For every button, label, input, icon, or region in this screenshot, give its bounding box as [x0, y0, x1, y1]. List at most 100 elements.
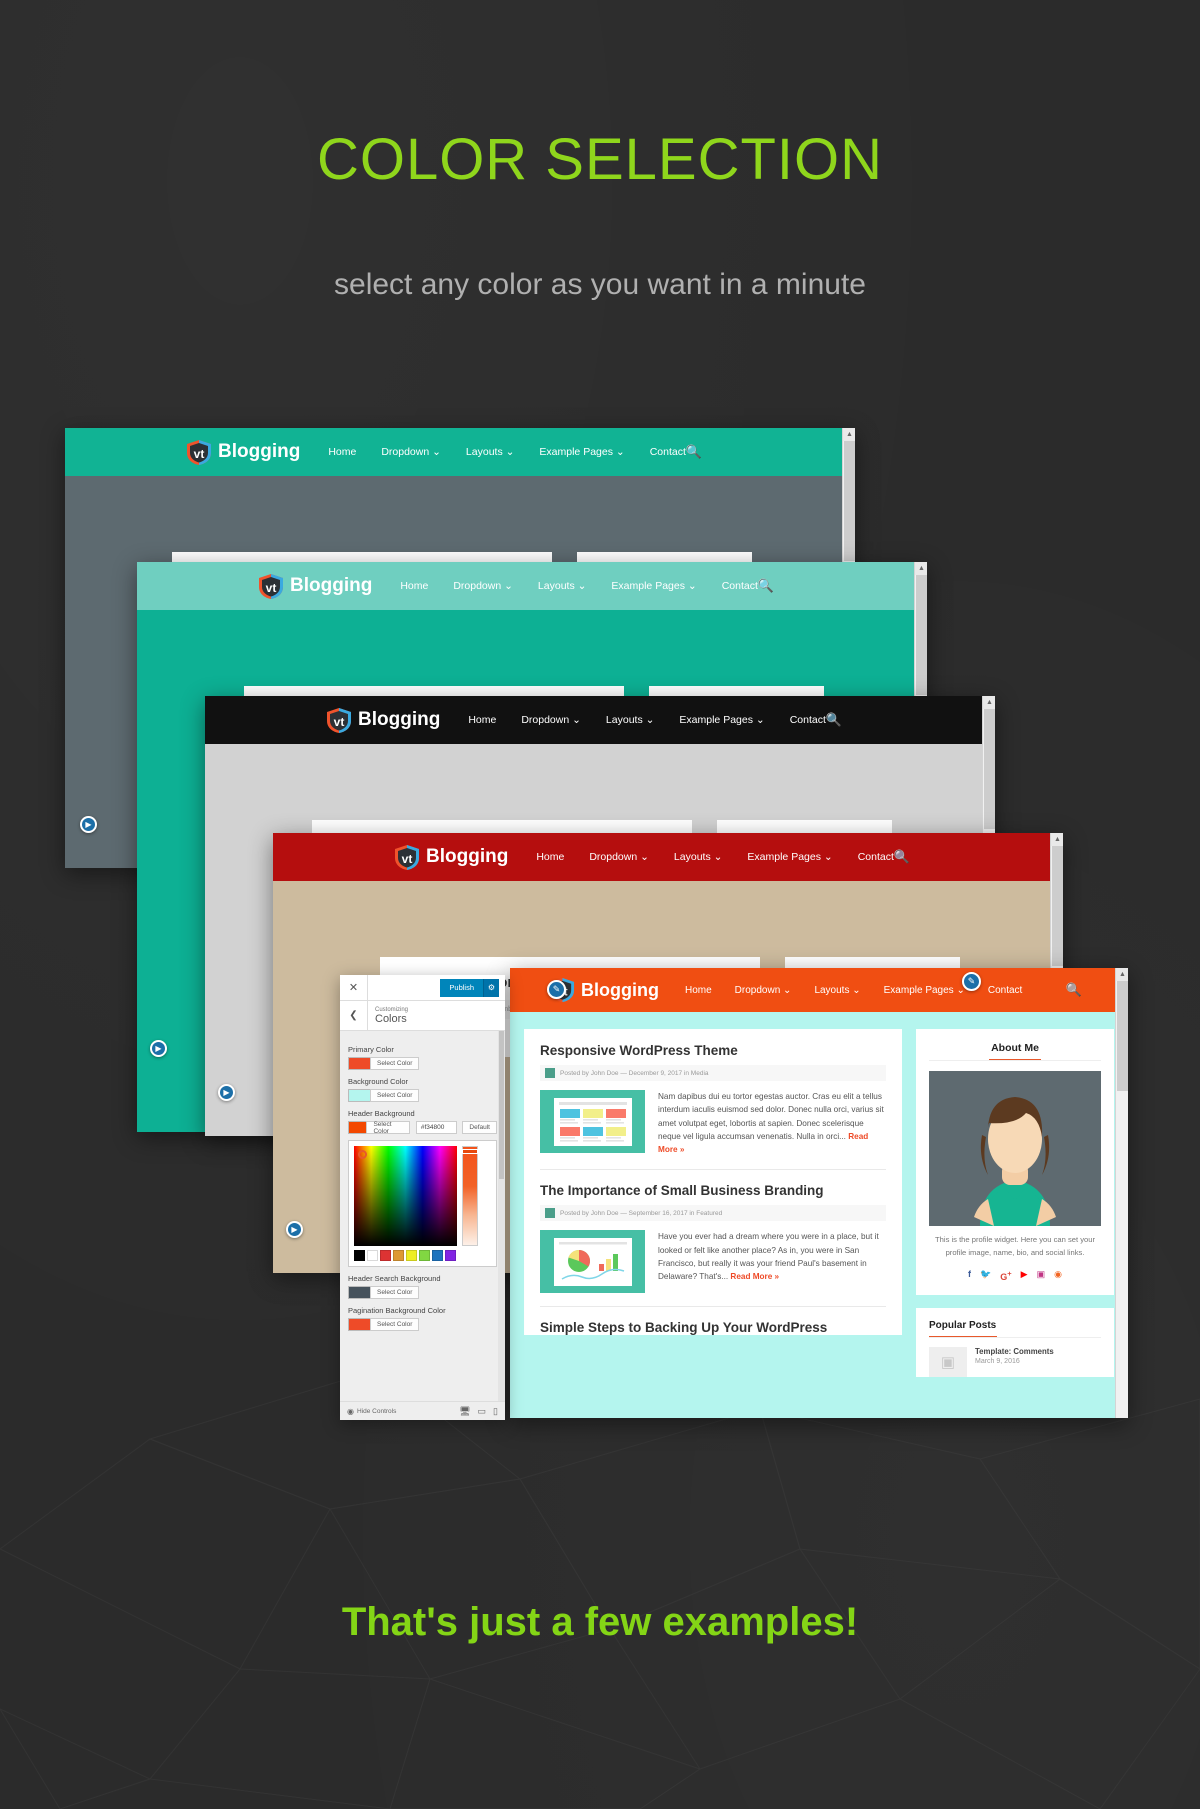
- menu-item-layouts[interactable]: Layouts ⌄: [674, 851, 723, 863]
- edit-pin-logo-icon[interactable]: ✎: [547, 980, 566, 999]
- menu-item-home[interactable]: Home: [328, 446, 356, 458]
- search-icon[interactable]: 🔍: [1066, 982, 1082, 998]
- menu-item-example-pages[interactable]: Example Pages ⌄: [747, 851, 832, 863]
- select-color-button[interactable]: Select Color: [370, 1286, 420, 1299]
- menu-item-dropdown[interactable]: Dropdown ⌄: [735, 985, 792, 996]
- menu-item-contact[interactable]: Contact: [988, 985, 1022, 996]
- edit-pin-nav-icon[interactable]: ✎: [962, 972, 981, 991]
- popular-post-title[interactable]: Template: Comments: [975, 1347, 1054, 1356]
- color-swatch[interactable]: [348, 1286, 370, 1299]
- post-title[interactable]: The Importance of Small Business Brandin…: [540, 1183, 886, 1198]
- picker-swatch-black[interactable]: [354, 1250, 365, 1261]
- menu-item-example-pages[interactable]: Example Pages ⌄: [611, 580, 696, 592]
- scroll-thumb[interactable]: [844, 441, 855, 561]
- menu-item-contact[interactable]: Contact: [790, 714, 826, 726]
- menu-item-home[interactable]: Home: [468, 714, 496, 726]
- facebook-icon[interactable]: f: [968, 1269, 971, 1282]
- menu-item-contact[interactable]: Contact: [858, 851, 894, 863]
- customizer-scrollbar[interactable]: [498, 1031, 505, 1401]
- publish-button[interactable]: Publish: [440, 978, 483, 997]
- scroll-thumb[interactable]: [984, 709, 995, 829]
- menu-item-home[interactable]: Home: [400, 580, 428, 592]
- twitter-icon[interactable]: 🐦: [980, 1269, 991, 1282]
- menu-item-dropdown[interactable]: Dropdown ⌄: [589, 851, 649, 863]
- control-background-color[interactable]: Select Color: [348, 1089, 497, 1102]
- picker-swatch-red[interactable]: [380, 1250, 391, 1261]
- picker-handle[interactable]: [358, 1150, 367, 1159]
- edit-pin-icon[interactable]: ▶: [80, 816, 97, 833]
- edit-pin-icon[interactable]: ▶: [286, 1221, 303, 1238]
- scroll-thumb[interactable]: [1117, 981, 1128, 1091]
- menu-item-example-pages[interactable]: Example Pages ⌄: [679, 714, 764, 726]
- menu-item-layouts[interactable]: Layouts ⌄: [606, 714, 655, 726]
- menu-item-layouts[interactable]: Layouts ⌄: [466, 446, 515, 458]
- wp-customizer-panel[interactable]: ✕ Publish ⚙ ❮ Customizing Colors Primary…: [340, 975, 505, 1420]
- site-logo[interactable]: vt Blogging: [394, 844, 508, 871]
- menu-item-contact[interactable]: Contact: [722, 580, 758, 592]
- picker-swatch-yellow[interactable]: [406, 1250, 417, 1261]
- list-item[interactable]: ▣ Template: Comments March 9, 2016: [929, 1346, 1101, 1377]
- edit-pin-icon[interactable]: ▶: [150, 1040, 167, 1057]
- customizer-scroll-thumb[interactable]: [499, 1031, 504, 1179]
- scroll-thumb[interactable]: [916, 575, 927, 695]
- hex-value-input[interactable]: #f34800: [415, 1121, 458, 1134]
- color-swatch[interactable]: [348, 1089, 370, 1102]
- control-header-search-background[interactable]: Select Color: [348, 1286, 497, 1299]
- site-logo[interactable]: vt Blogging: [550, 977, 659, 1003]
- browser-window-orange[interactable]: vt Blogging Home Dropdown ⌄ Layouts ⌄ Ex…: [510, 968, 1128, 1418]
- picker-swatch-blue[interactable]: [432, 1250, 443, 1261]
- color-swatch[interactable]: [348, 1318, 370, 1331]
- picker-swatch-orange[interactable]: [393, 1250, 404, 1261]
- main-menu[interactable]: Home Dropdown ⌄ Layouts ⌄ Example Pages …: [468, 714, 826, 726]
- select-color-button[interactable]: Select Color: [366, 1121, 410, 1135]
- social-links[interactable]: f 🐦 G+ ▶ ▣ ◉: [929, 1269, 1101, 1282]
- desktop-icon[interactable]: 🖥: [457, 1406, 474, 1420]
- color-swatch[interactable]: [348, 1057, 370, 1070]
- post-title[interactable]: Responsive WordPress Theme: [540, 1043, 886, 1058]
- mobile-icon[interactable]: ▯: [493, 1406, 498, 1417]
- menu-item-layouts[interactable]: Layouts ⌄: [814, 985, 860, 996]
- site-logo[interactable]: vt Blogging: [258, 573, 372, 600]
- scroll-thumb[interactable]: [1052, 846, 1063, 966]
- control-pagination-background-color[interactable]: Select Color: [348, 1318, 497, 1331]
- control-header-background[interactable]: Select Color #f34800 Default: [348, 1121, 497, 1135]
- search-icon[interactable]: 🔍: [894, 849, 910, 865]
- post-title[interactable]: Simple Steps to Backing Up Your WordPres…: [540, 1320, 886, 1335]
- chevron-left-icon[interactable]: ❮: [340, 1000, 368, 1031]
- main-menu[interactable]: Home Dropdown ⌄ Layouts ⌄ Example Pages …: [400, 580, 758, 592]
- control-primary-color[interactable]: Select Color: [348, 1057, 497, 1070]
- scroll-up-arrow[interactable]: ▲: [843, 428, 855, 441]
- menu-item-home[interactable]: Home: [536, 851, 564, 863]
- default-button[interactable]: Default: [462, 1121, 497, 1134]
- site-logo[interactable]: vt Blogging: [326, 707, 440, 734]
- menu-item-home[interactable]: Home: [685, 985, 712, 996]
- tablet-icon[interactable]: ▭: [478, 1406, 487, 1417]
- scroll-up-arrow[interactable]: ▲: [983, 696, 995, 709]
- close-icon[interactable]: ✕: [340, 975, 368, 1001]
- search-icon[interactable]: 🔍: [758, 578, 774, 594]
- hue-slider[interactable]: [462, 1146, 478, 1246]
- gear-icon[interactable]: ⚙: [483, 978, 499, 997]
- hue-slider-handle[interactable]: [462, 1149, 478, 1154]
- select-color-button[interactable]: Select Color: [370, 1057, 420, 1070]
- scrollbar-vertical[interactable]: ▲: [1115, 968, 1128, 1418]
- menu-item-dropdown[interactable]: Dropdown ⌄: [453, 580, 513, 592]
- picker-swatch-white[interactable]: [367, 1250, 378, 1261]
- picker-swatch-purple[interactable]: [445, 1250, 456, 1261]
- menu-item-dropdown[interactable]: Dropdown ⌄: [521, 714, 581, 726]
- main-menu[interactable]: Home Dropdown ⌄ Layouts ⌄ Example Pages …: [536, 851, 894, 863]
- google-plus-icon[interactable]: G+: [1000, 1269, 1011, 1282]
- site-logo[interactable]: vt Blogging: [186, 439, 300, 466]
- instagram-icon[interactable]: ▣: [1037, 1269, 1046, 1282]
- color-swatch[interactable]: [348, 1121, 367, 1134]
- select-color-button[interactable]: Select Color: [370, 1318, 420, 1331]
- device-preview-switcher[interactable]: 🖥 ▭ ▯: [457, 1406, 498, 1420]
- rss-icon[interactable]: ◉: [1054, 1269, 1062, 1282]
- menu-item-contact[interactable]: Contact: [650, 446, 686, 458]
- menu-item-layouts[interactable]: Layouts ⌄: [538, 580, 587, 592]
- color-picker[interactable]: [348, 1140, 497, 1267]
- scroll-up-arrow[interactable]: ▲: [1051, 833, 1063, 846]
- search-icon[interactable]: 🔍: [826, 712, 842, 728]
- search-icon[interactable]: 🔍: [686, 444, 702, 460]
- scroll-up-arrow[interactable]: ▲: [915, 562, 927, 575]
